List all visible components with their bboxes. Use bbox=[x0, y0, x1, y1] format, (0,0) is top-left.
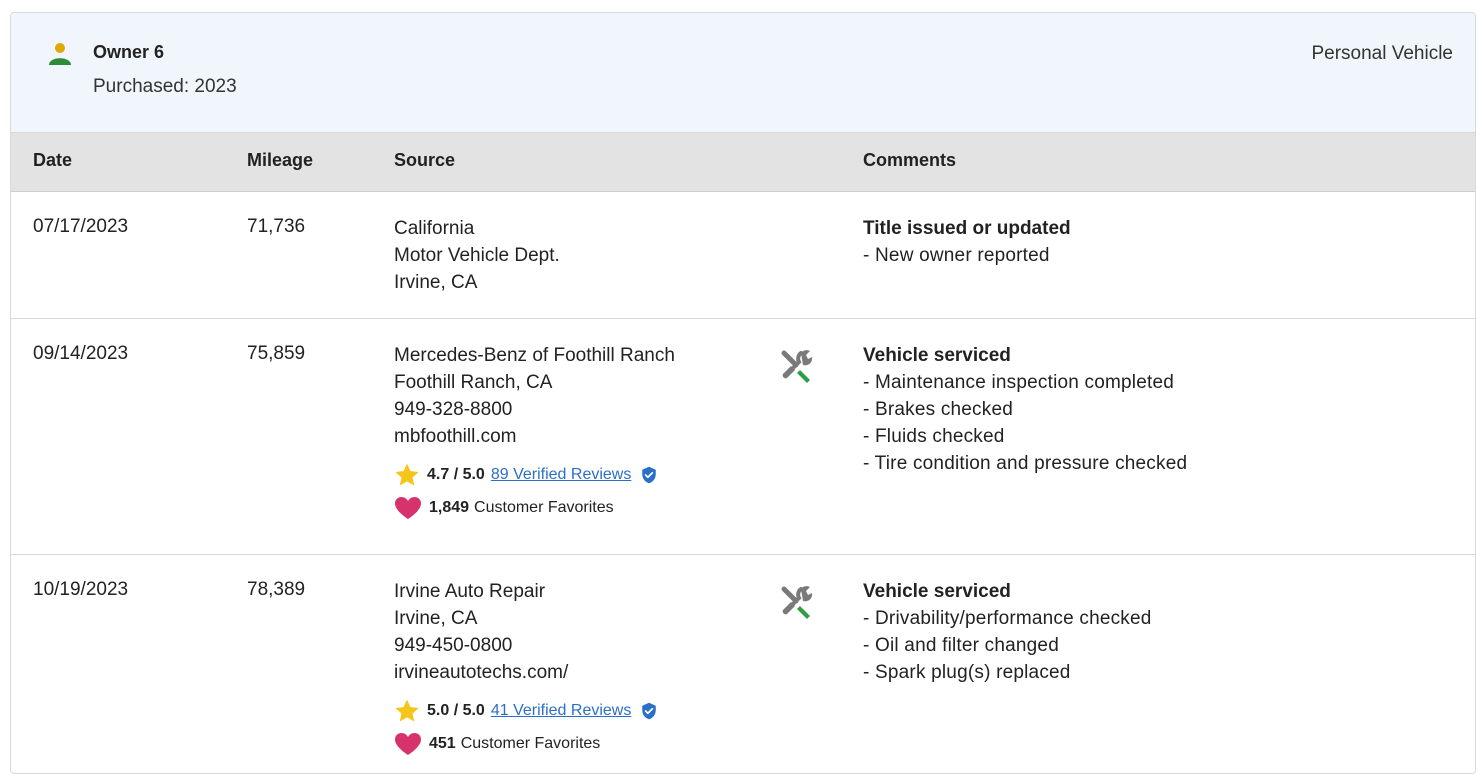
comment-title: Vehicle serviced bbox=[863, 345, 1011, 366]
wrench-screwdriver-icon bbox=[778, 347, 818, 395]
table-header: Date Mileage Source Comments bbox=[11, 133, 1475, 192]
person-icon bbox=[47, 41, 73, 72]
source-line: California bbox=[394, 218, 475, 239]
record-mileage: 78,389 bbox=[247, 579, 306, 600]
comment-item: - Maintenance inspection completed bbox=[863, 372, 1174, 393]
verified-reviews-link[interactable]: 89 Verified Reviews bbox=[491, 463, 632, 487]
record-comments: Title issued or updated - New owner repo… bbox=[863, 215, 1071, 269]
column-mileage: Mileage bbox=[247, 150, 314, 170]
comment-item: - Spark plug(s) replaced bbox=[863, 662, 1071, 683]
comment-item: - Oil and filter changed bbox=[863, 635, 1059, 656]
favorites-label: Customer Favorites bbox=[474, 499, 614, 516]
source-line: Irvine, CA bbox=[394, 272, 478, 293]
comment-item: - Brakes checked bbox=[863, 399, 1013, 420]
owner-history-card: Owner 6 Purchased: 2023 Personal Vehicle… bbox=[10, 12, 1476, 774]
table-row: 07/17/2023 71,736 California Motor Vehic… bbox=[11, 192, 1475, 319]
source-website: irvineautotechs.com/ bbox=[394, 662, 569, 683]
column-comments: Comments bbox=[863, 150, 957, 170]
source-phone: 949-328-8800 bbox=[394, 399, 513, 420]
source-website: mbfoothill.com bbox=[394, 426, 517, 447]
source-phone: 949-450-0800 bbox=[394, 635, 513, 656]
record-source: Mercedes-Benz of Foothill Ranch Foothill… bbox=[394, 342, 675, 520]
owner-name: Owner 6 bbox=[93, 42, 165, 62]
favorites-count: 1,849 bbox=[429, 499, 470, 516]
comment-item: - New owner reported bbox=[863, 245, 1050, 266]
source-location: Irvine, CA bbox=[394, 608, 478, 629]
source-line: Motor Vehicle Dept. bbox=[394, 245, 560, 266]
column-date: Date bbox=[33, 150, 73, 170]
heart-icon bbox=[395, 733, 421, 755]
source-name: Mercedes-Benz of Foothill Ranch bbox=[394, 345, 675, 366]
rating-score: 4.7 / 5.0 bbox=[427, 466, 485, 483]
record-source: California Motor Vehicle Dept. Irvine, C… bbox=[394, 215, 560, 296]
verified-shield-icon bbox=[642, 466, 657, 484]
record-date: 07/17/2023 bbox=[33, 216, 129, 237]
source-name: Irvine Auto Repair bbox=[394, 581, 546, 602]
rating: 5.0 / 5.0 41 Verified Reviews bbox=[394, 698, 665, 724]
record-comments: Vehicle serviced - Maintenance inspectio… bbox=[863, 342, 1187, 477]
record-mileage: 71,736 bbox=[247, 216, 306, 237]
column-source: Source bbox=[394, 150, 456, 170]
comment-item: - Tire condition and pressure checked bbox=[863, 453, 1188, 474]
owner-purchased-year: Purchased: 2023 bbox=[93, 76, 237, 97]
favorites-count: 451 bbox=[429, 735, 456, 752]
star-icon bbox=[395, 699, 419, 722]
record-date: 09/14/2023 bbox=[33, 343, 129, 364]
record-comments: Vehicle serviced - Drivability/performan… bbox=[863, 578, 1152, 686]
record-date: 10/19/2023 bbox=[33, 579, 129, 600]
verified-reviews-link[interactable]: 41 Verified Reviews bbox=[491, 699, 632, 723]
source-location: Foothill Ranch, CA bbox=[394, 372, 553, 393]
star-icon bbox=[395, 463, 419, 486]
verified-shield-icon bbox=[642, 702, 657, 720]
rating: 4.7 / 5.0 89 Verified Reviews bbox=[394, 462, 675, 488]
rating-score: 5.0 / 5.0 bbox=[427, 702, 485, 719]
table-row: 10/19/2023 78,389 Irvine Auto Repair Irv… bbox=[11, 555, 1475, 773]
owner-vehicle-type: Personal Vehicle bbox=[1311, 43, 1453, 64]
owner-header: Owner 6 Purchased: 2023 Personal Vehicle bbox=[11, 13, 1475, 133]
record-source: Irvine Auto Repair Irvine, CA 949-450-08… bbox=[394, 578, 665, 756]
comment-item: - Fluids checked bbox=[863, 426, 1005, 447]
comment-item: - Drivability/performance checked bbox=[863, 608, 1152, 629]
customer-favorites: 1,849 Customer Favorites bbox=[394, 496, 675, 520]
table-row: 09/14/2023 75,859 Mercedes-Benz of Footh… bbox=[11, 319, 1475, 555]
comment-title: Vehicle serviced bbox=[863, 581, 1011, 602]
wrench-screwdriver-icon bbox=[778, 583, 818, 631]
heart-icon bbox=[395, 497, 421, 519]
comment-title: Title issued or updated bbox=[863, 218, 1071, 239]
record-mileage: 75,859 bbox=[247, 343, 306, 364]
customer-favorites: 451 Customer Favorites bbox=[394, 732, 665, 756]
favorites-label: Customer Favorites bbox=[460, 735, 601, 752]
